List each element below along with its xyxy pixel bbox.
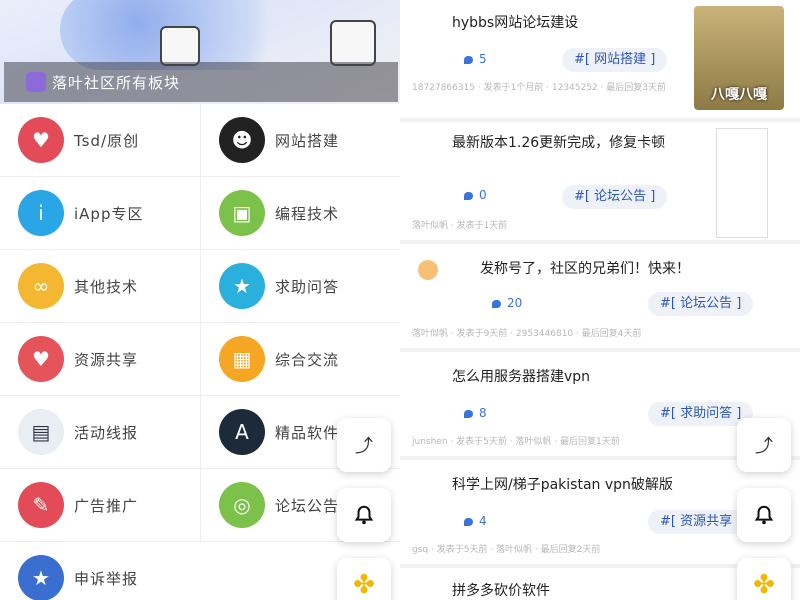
bus-icon: ▦	[219, 336, 265, 382]
timer-icon: ♥	[18, 336, 64, 382]
app-store-icon: A	[219, 409, 265, 455]
reply-count: 5	[464, 52, 487, 66]
scroll-top-button-right[interactable]: ⤴	[737, 418, 791, 472]
board-item[interactable]: ★ 求助问答	[200, 250, 400, 323]
clover-icon: ✤	[353, 570, 375, 600]
board-label: 申诉举报	[74, 570, 139, 588]
app-screenshot-thumbnail	[716, 128, 768, 238]
post-meta: gsq · 发表于5天前 · 落叶似帆 · 最后回复2天前	[412, 545, 601, 555]
reply-count: 4	[464, 514, 487, 528]
post-meta: 18727866315 · 发表于1个月前 · 12345252 · 最后回复3…	[412, 83, 666, 93]
arrow-up-icon: ⤴	[755, 436, 773, 457]
post-meta: 落叶似帆 · 发表于1天前	[412, 221, 508, 231]
post-title[interactable]: 发称号了，社区的兄弟们！快来！	[480, 258, 780, 280]
clover-icon: ✤	[753, 570, 775, 600]
board-item[interactable]: ♥ Tsd/原创	[0, 104, 200, 177]
board-label: 论坛公告	[275, 497, 340, 515]
board-label: 其他技术	[74, 278, 139, 296]
reply-count-value: 20	[507, 296, 523, 310]
android-icon: ▣	[219, 190, 265, 236]
scroll-top-button[interactable]: ⤴	[337, 418, 391, 472]
board-tag[interactable]: #[ 论坛公告 ]	[562, 185, 668, 209]
post-card[interactable]: hybbs网站论坛建设 5 #[ 网站搭建 ] 18727866315 · 发表于1个…	[400, 0, 800, 118]
bell-icon	[354, 505, 374, 525]
notification-button[interactable]	[337, 488, 391, 542]
notepad-icon: ✎	[18, 482, 64, 528]
reply-count: 20	[492, 296, 522, 310]
board-label: Tsd/原创	[74, 132, 140, 150]
board-item[interactable]: ✎ 广告推广	[0, 469, 200, 542]
board-item[interactable]: ☻ 网站搭建	[200, 104, 400, 177]
bilibili-tv-icon	[160, 26, 200, 66]
flame-icon	[418, 260, 438, 280]
panda-meme-icon: ☻	[219, 117, 265, 163]
bell-icon	[754, 505, 774, 525]
newspaper-icon: ▤	[18, 409, 64, 455]
hero-banner: 落叶社区所有板块	[0, 0, 400, 104]
board-label: 求助问答	[275, 278, 340, 296]
post-title[interactable]: 最新版本1.26更新完成，修复卡顿	[452, 132, 702, 154]
comment-icon	[464, 191, 473, 200]
board-label: 精品软件	[275, 424, 340, 442]
reply-count: 8	[464, 406, 487, 420]
board-label: 广告推广	[74, 497, 139, 515]
board-label: 活动线报	[74, 424, 139, 442]
info-icon: i	[18, 190, 64, 236]
reply-count-value: 0	[479, 188, 487, 202]
board-item[interactable]: ∞ 其他技术	[0, 250, 200, 323]
post-meta: junshen · 发表于5天前 · 落叶似帆 · 最后回复1天前	[412, 437, 620, 447]
board-label: 网站搭建	[275, 132, 340, 150]
glasses-icon: ∞	[18, 263, 64, 309]
post-title[interactable]: hybbs网站论坛建设	[452, 12, 702, 34]
post-card[interactable]: 最新版本1.26更新完成，修复卡顿 0 #[ 论坛公告 ] 落叶似帆 · 发表于1天前	[400, 122, 800, 240]
banner-title: 落叶社区所有板块	[52, 74, 181, 92]
soldier-meme-thumbnail: 八嘎八嘎	[694, 6, 784, 110]
comment-icon	[464, 409, 473, 418]
lollipop-icon: ◎	[219, 482, 265, 528]
comment-icon	[464, 517, 473, 526]
board-label: iApp专区	[74, 205, 144, 223]
board-tag[interactable]: #[ 论坛公告 ]	[648, 292, 754, 316]
board-item[interactable]: ♥ 资源共享	[0, 323, 200, 396]
banner-title-bar: 落叶社区所有板块	[4, 62, 398, 102]
board-label: 综合交流	[275, 351, 340, 369]
board-label: 资源共享	[74, 351, 139, 369]
cube-icon	[26, 72, 46, 92]
board-tag[interactable]: #[ 网站搭建 ]	[562, 48, 668, 72]
arrow-up-icon: ⤴	[355, 436, 373, 457]
board-item[interactable]: i iApp专区	[0, 177, 200, 250]
reply-count-value: 4	[479, 514, 487, 528]
board-item[interactable]: ▣ 编程技术	[200, 177, 400, 250]
board-item[interactable]: ★ 申诉举报	[0, 542, 200, 600]
bilibili-tv-icon	[330, 20, 376, 66]
meme-caption: 八嘎八嘎	[711, 87, 767, 103]
comment-icon	[492, 299, 501, 308]
heart-timer-icon: ♥	[18, 117, 64, 163]
board-item[interactable]: ▤ 活动线报	[0, 396, 200, 469]
reply-count: 0	[464, 188, 487, 202]
board-item[interactable]: ▦ 综合交流	[200, 323, 400, 396]
menu-button-right[interactable]: ✤	[737, 558, 791, 600]
post-title[interactable]: 拼多多砍价软件	[452, 580, 752, 600]
comment-icon	[464, 55, 473, 64]
post-title[interactable]: 科学上网/梯子pakistan vpn破解版	[452, 474, 752, 496]
medal-icon: ★	[219, 263, 265, 309]
board-label: 编程技术	[275, 205, 340, 223]
reply-count-value: 8	[479, 406, 487, 420]
reply-count-value: 5	[479, 52, 487, 66]
notification-button-right[interactable]	[737, 488, 791, 542]
menu-button[interactable]: ✤	[337, 558, 391, 600]
post-card[interactable]: 发称号了，社区的兄弟们！快来！ 20 #[ 论坛公告 ] 落叶似帆 · 发表于9天前 …	[400, 244, 800, 348]
post-title[interactable]: 怎么用服务器搭建vpn	[452, 366, 752, 388]
post-meta: 落叶似帆 · 发表于9天前 · 2953446810 · 最后回复4天前	[412, 329, 642, 339]
shield-icon: ★	[18, 555, 64, 600]
